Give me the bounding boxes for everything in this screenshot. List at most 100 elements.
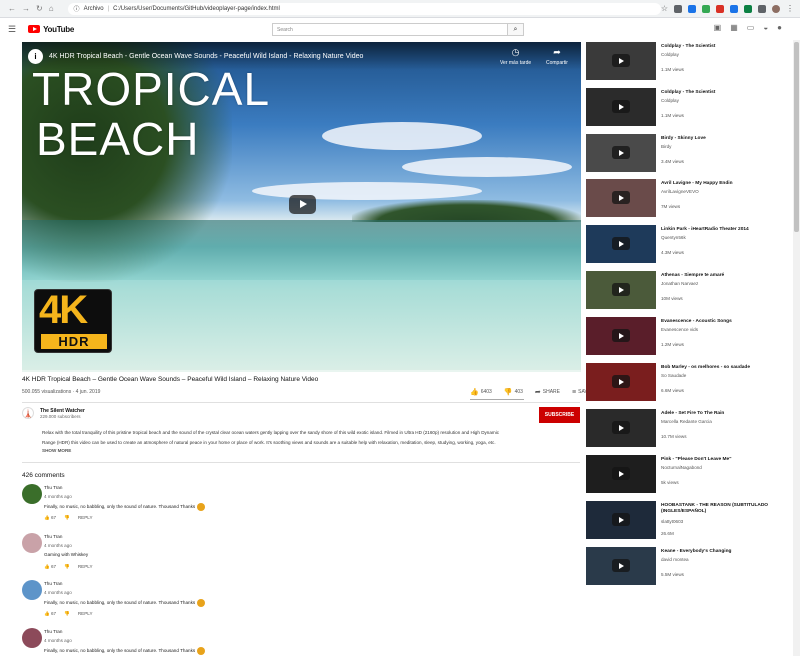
reply-button[interactable]: REPLY [78,564,93,570]
youtube-logo[interactable]: YouTube [28,25,74,34]
watch-later-button[interactable]: ◷ Ver más tarde [500,48,531,67]
related-video-channel[interactable]: david montea [661,557,689,562]
reply-button[interactable]: REPLY [78,515,93,521]
related-video-title[interactable]: Coldplay - The Scientist [661,44,791,50]
related-video-card[interactable]: Avril Lavigne - My Happy Endin AvrilLavig… [586,179,792,217]
extension-icon[interactable] [758,4,766,13]
related-video-channel[interactable]: So Saudade [661,373,686,378]
related-video-title[interactable]: Birdy - Skinny Love [661,136,791,142]
scrollbar-thumb[interactable] [794,42,799,232]
comment-dislike-button[interactable]: 👎 [64,611,70,617]
comment-like-button[interactable]: 👍 67 [44,611,56,617]
related-video-channel[interactable]: Evanescence vids [661,327,698,332]
video-thumbnail[interactable] [586,501,656,539]
comment-like-button[interactable]: 👍 67 [44,515,56,521]
progress-bar[interactable] [22,370,581,372]
scrollbar[interactable] [793,40,800,656]
related-video-card[interactable]: Keane - Everybody's Changing david montea… [586,547,792,585]
subscribe-button[interactable]: SUBSCRIBE [539,407,580,423]
extension-icon[interactable] [716,4,724,13]
related-video-title[interactable]: Coldplay - The Scientist [661,90,791,96]
related-video-channel[interactable]: Marcella Redante Garcia [661,419,712,424]
related-video-card[interactable]: Birdy - Skinny Love Birdy 3.4M views [586,134,792,172]
related-video-title[interactable]: Pink - "Please Don't Leave Me" [661,457,791,463]
reply-button[interactable]: REPLY [78,611,93,617]
info-icon[interactable]: ⓘ [74,4,80,13]
video-player[interactable]: i 4K HDR Tropical Beach - Gentle Ocean W… [22,42,581,372]
back-icon[interactable]: ← [8,4,16,13]
related-video-title[interactable]: Evanescence - Acoustic Songs [661,319,791,325]
video-thumbnail[interactable] [586,271,656,309]
related-video-card[interactable]: Linkin Park - iHeartRadio Theater 2014 Qu… [586,225,792,263]
commenter-name[interactable]: Thu Tran [44,581,62,586]
channel-name[interactable]: The Silent Watcher [40,408,85,414]
dislike-button[interactable]: 👎 403 [504,388,523,396]
commenter-avatar[interactable] [22,580,42,600]
like-button[interactable]: 👍 6403 [470,388,492,396]
related-video-card[interactable]: Coldplay - The Scientist Coldplay 1.1M vie… [586,42,792,80]
related-video-title[interactable]: Keane - Everybody's Changing [661,549,791,555]
url-text[interactable]: C:/Users/User/Documents/GitHub/videoplay… [113,6,280,12]
share-button[interactable]: ➦ SHARE [535,388,560,396]
related-video-title[interactable]: Bob Marley - os melhores - so saudade [661,365,791,371]
related-video-channel[interactable]: Birdy [661,144,671,149]
related-video-title[interactable]: Athenas - Siempre te amaré [661,273,791,279]
related-video-card[interactable]: HOOBASTANK - THE REASON (SUBTITULADO (IN… [586,501,792,539]
related-video-channel[interactable]: slattyt0603 [661,519,683,524]
video-thumbnail[interactable] [586,42,656,80]
address-bar[interactable]: ⓘ Archivo | C:/Users/User/Documents/GitH… [67,2,661,15]
reload-icon[interactable]: ↻ [36,4,43,13]
comment-like-button[interactable]: 👍 67 [44,564,56,570]
menu-icon[interactable]: ☰ [8,24,16,35]
related-video-channel[interactable]: Coldplay [661,98,679,103]
video-thumbnail[interactable] [586,134,656,172]
video-thumbnail[interactable] [586,179,656,217]
profile-avatar[interactable] [772,4,780,13]
chat-icon[interactable]: ▭ [747,23,755,32]
video-thumbnail[interactable] [586,88,656,126]
channel-avatar[interactable]: 🗼 [22,407,34,419]
player-overlay-title[interactable]: 4K HDR Tropical Beach - Gentle Ocean Wav… [49,53,363,60]
related-video-card[interactable]: Athenas - Siempre te amaré Jonathan Narva… [586,271,792,309]
commenter-name[interactable]: Thu Tran [44,485,62,490]
search-button[interactable]: ⌕ [508,23,524,36]
bell-icon[interactable]: ◒ [763,23,768,32]
commenter-avatar[interactable] [22,533,42,553]
more-icon[interactable]: ⋮ [786,4,794,13]
related-video-title[interactable]: Adele - Set Fire To The Rain [661,411,791,417]
play-button[interactable] [289,195,316,214]
related-video-channel[interactable]: Jonathan Narvaez [661,281,698,286]
video-thumbnail[interactable] [586,455,656,493]
related-video-title[interactable]: Linkin Park - iHeartRadio Theater 2014 [661,227,791,233]
extension-icon[interactable] [688,4,696,13]
home-icon[interactable]: ⌂ [49,4,54,13]
commenter-avatar[interactable] [22,484,42,504]
related-video-card[interactable]: Bob Marley - os melhores - so saudade So … [586,363,792,401]
related-video-title[interactable]: HOOBASTANK - THE REASON (SUBTITULADO (IN… [661,503,791,515]
forward-icon[interactable]: → [22,4,30,13]
video-camera-icon[interactable]: ▣ [714,23,722,32]
comment-dislike-button[interactable]: 👎 [64,515,70,521]
search-input[interactable]: Search [272,23,508,36]
related-video-card[interactable]: Adele - Set Fire To The Rain Marcella Red… [586,409,792,447]
related-video-card[interactable]: Pink - "Please Don't Leave Me" NocturnalN… [586,455,792,493]
video-thumbnail[interactable] [586,409,656,447]
related-video-title[interactable]: Avril Lavigne - My Happy Endin [661,181,791,187]
related-video-channel[interactable]: Coldplay [661,52,679,57]
video-thumbnail[interactable] [586,547,656,585]
related-video-channel[interactable]: AvrilLavigneVEVO [661,189,699,194]
commenter-name[interactable]: Thu Tran [44,534,62,539]
video-thumbnail[interactable] [586,225,656,263]
show-more-button[interactable]: SHOW MORE [42,448,71,453]
extension-icon[interactable] [730,4,738,13]
star-icon[interactable]: ☆ [661,4,668,13]
apps-grid-icon[interactable]: ▦ [730,23,738,32]
video-thumbnail[interactable] [586,363,656,401]
comment-dislike-button[interactable]: 👎 [64,564,70,570]
channel-logo-icon[interactable]: i [28,48,43,64]
share-player-button[interactable]: ➦ Compartir [546,48,568,67]
extension-icon[interactable] [744,4,752,13]
extension-icon[interactable] [674,4,682,13]
account-icon[interactable]: ● [777,23,782,32]
commenter-name[interactable]: Thu Tran [44,629,62,634]
